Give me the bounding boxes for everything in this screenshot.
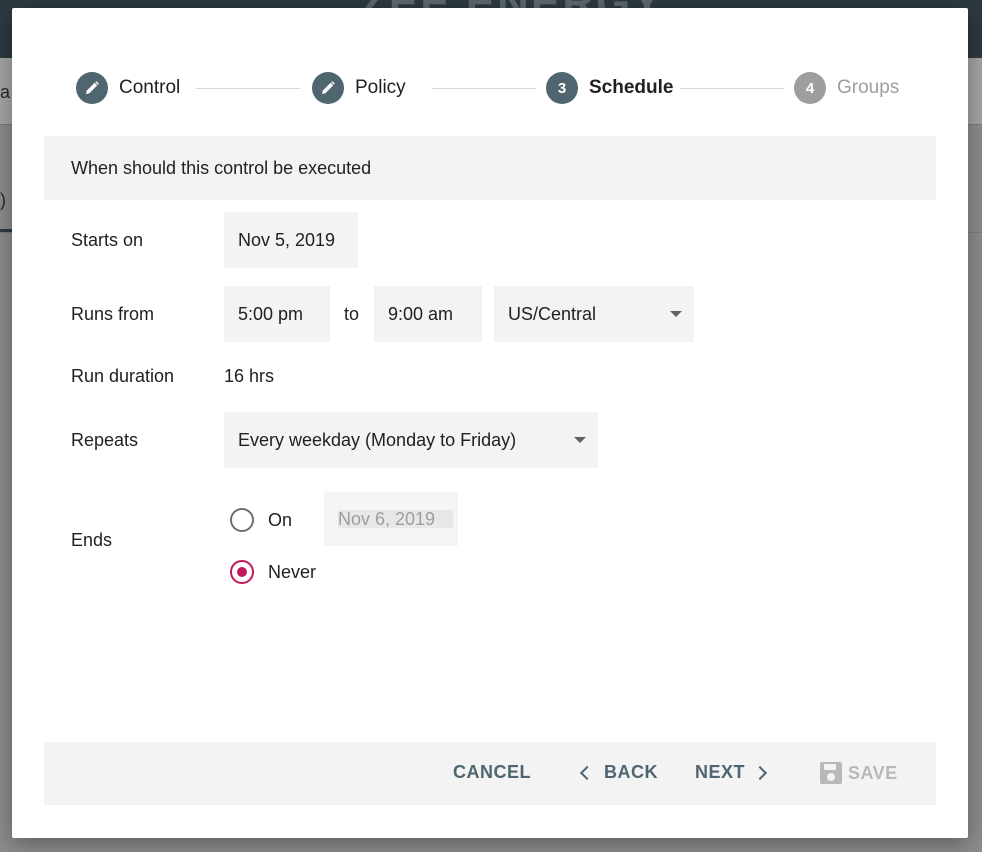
dropdown-arrow-icon (670, 311, 682, 317)
pencil-icon (76, 72, 108, 104)
step-label: Schedule (589, 77, 674, 98)
section-header: When should this control be executed (44, 136, 936, 200)
next-label: NEXT (695, 762, 746, 782)
step-policy[interactable]: Policy (312, 72, 406, 104)
repeats-value: Every weekday (Monday to Friday) (238, 429, 517, 450)
back-label: BACK (604, 762, 658, 782)
time-separator: to (344, 304, 360, 324)
save-icon (820, 762, 842, 784)
save-label: SAVE (848, 762, 898, 783)
chevron-left-icon (579, 765, 595, 780)
pencil-icon (312, 72, 344, 104)
ends-on-date-value: Nov 6, 2019 (338, 510, 454, 528)
background-text: ) (0, 190, 6, 210)
step-label: Control (119, 77, 181, 98)
next-button[interactable]: NEXT (695, 762, 768, 783)
step-number: 4 (794, 72, 826, 104)
end-time-field[interactable]: 9:00 am (374, 286, 482, 342)
dialog-footer: CANCEL BACK NEXT SAVE (44, 742, 936, 805)
runs-from-label: Runs from (71, 304, 155, 324)
cancel-label: CANCEL (453, 762, 531, 782)
repeats-label: Repeats (71, 430, 139, 450)
radio-checked-icon[interactable] (230, 560, 254, 584)
step-label: Groups (837, 77, 900, 98)
step-label: Policy (355, 77, 406, 98)
background-text: a (0, 82, 11, 102)
section-title: When should this control be executed (71, 158, 372, 178)
starts-on-label: Starts on (71, 230, 144, 250)
ends-never-label: Never (268, 561, 317, 582)
timezone-select[interactable]: US/Central (494, 286, 694, 342)
step-schedule[interactable]: 3 Schedule (546, 72, 673, 104)
run-duration-value: 16 hrs (224, 366, 275, 386)
end-time-value: 9:00 am (388, 303, 454, 324)
step-connector (196, 88, 300, 89)
start-time-value: 5:00 pm (238, 303, 304, 324)
step-connector (680, 88, 784, 89)
ends-on-date-field: Nov 6, 2019 (324, 492, 458, 546)
ends-on-label: On (268, 509, 293, 530)
timezone-value: US/Central (508, 303, 597, 324)
chevron-right-icon (752, 765, 768, 780)
step-groups[interactable]: 4 Groups (794, 72, 899, 104)
starts-on-date-field[interactable]: Nov 5, 2019 (224, 212, 358, 268)
ends-label: Ends (71, 530, 113, 550)
run-duration-label: Run duration (71, 366, 175, 386)
radio-unchecked-icon[interactable] (230, 508, 254, 532)
step-connector (432, 88, 536, 89)
back-button[interactable]: BACK (578, 762, 658, 783)
cancel-button[interactable]: CANCEL (453, 762, 531, 783)
starts-on-value: Nov 5, 2019 (238, 229, 336, 250)
repeats-select[interactable]: Every weekday (Monday to Friday) (224, 412, 598, 468)
schedule-dialog: Control Policy 3 Schedule 4 Groups When … (12, 8, 968, 838)
ends-never-option[interactable]: Never (230, 560, 316, 584)
ends-on-option[interactable]: On (230, 508, 292, 532)
step-control[interactable]: Control (76, 72, 180, 104)
start-time-field[interactable]: 5:00 pm (224, 286, 330, 342)
save-button[interactable]: SAVE (820, 762, 898, 784)
dropdown-arrow-icon (574, 437, 586, 443)
step-number: 3 (546, 72, 578, 104)
